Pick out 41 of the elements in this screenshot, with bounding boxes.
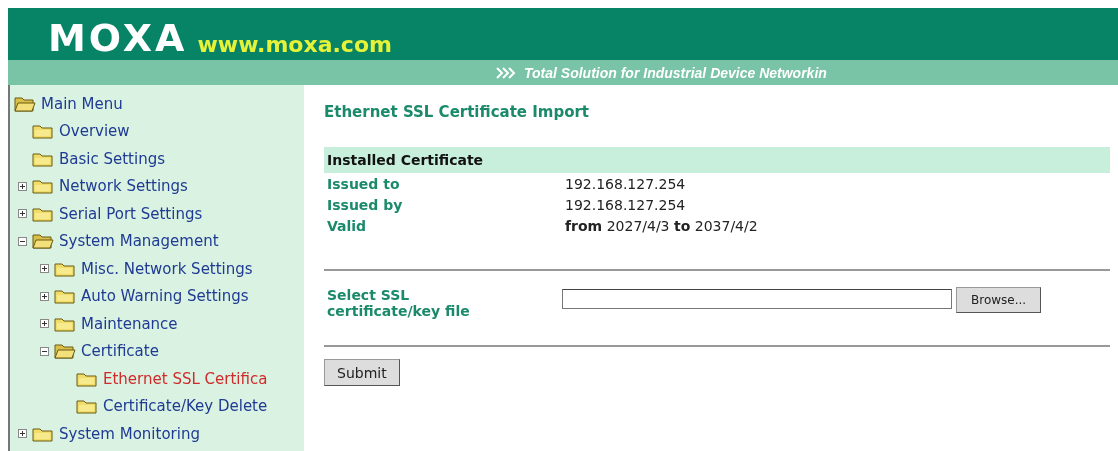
toggle-icon[interactable] xyxy=(18,209,27,219)
field-label: Issued by xyxy=(326,196,404,213)
toggle-icon[interactable] xyxy=(18,181,27,191)
toggle-icon[interactable] xyxy=(18,429,27,439)
toggle-icon[interactable] xyxy=(40,319,49,329)
menu-item[interactable]: Network Settings xyxy=(59,177,188,196)
folder-icon xyxy=(76,370,98,387)
website-link[interactable]: www.moxa.com xyxy=(197,30,392,60)
toggle-icon[interactable] xyxy=(18,236,27,246)
menu-item[interactable]: Certificate/Key Delete xyxy=(103,397,268,416)
menu-item[interactable]: System Management xyxy=(59,232,219,251)
tagline: Total Solution for Industrial Device Networkin xyxy=(524,64,827,81)
menu-item[interactable]: Serial Port Settings xyxy=(59,204,203,223)
folder-icon xyxy=(32,150,54,167)
logo: MOXA xyxy=(48,16,188,60)
field-label: Issued to xyxy=(326,175,401,192)
folder-icon xyxy=(76,398,98,415)
toggle-icon[interactable] xyxy=(40,346,49,356)
menu-item[interactable]: Basic Settings xyxy=(59,149,165,168)
menu-item[interactable]: Maintenance xyxy=(81,314,178,333)
toggle-icon[interactable] xyxy=(40,291,49,301)
toggle-icon[interactable] xyxy=(40,264,49,274)
menu-item[interactable]: Ethernet SSL Certifica xyxy=(103,369,268,388)
browse-button[interactable]: Browse... xyxy=(956,287,1042,313)
submit-button[interactable]: Submit xyxy=(324,359,400,386)
chevrons-icon xyxy=(496,66,516,79)
menu-item[interactable]: Main Menu xyxy=(41,94,123,113)
field-value: 192.168.127.254 xyxy=(565,175,686,192)
field-value: 192.168.127.254 xyxy=(565,196,686,213)
folder-icon xyxy=(32,123,54,140)
menu-item[interactable]: Certificate xyxy=(81,342,159,361)
field-value: from 2027/4/3 to 2037/4/2 xyxy=(565,217,758,234)
menu-item[interactable]: Auto Warning Settings xyxy=(81,287,249,306)
field-label: Valid xyxy=(326,217,368,234)
menu-item[interactable]: Overview xyxy=(59,122,130,141)
menu-item[interactable]: System Monitoring xyxy=(59,424,200,443)
file-input-field[interactable] xyxy=(562,289,952,309)
page-title: Ethernet SSL Certificate Import xyxy=(324,103,591,121)
file-label: Select SSL certificate/key file xyxy=(327,287,471,319)
menu-item[interactable]: Misc. Network Settings xyxy=(81,259,253,278)
section-header: Installed Certificate xyxy=(324,147,1110,173)
